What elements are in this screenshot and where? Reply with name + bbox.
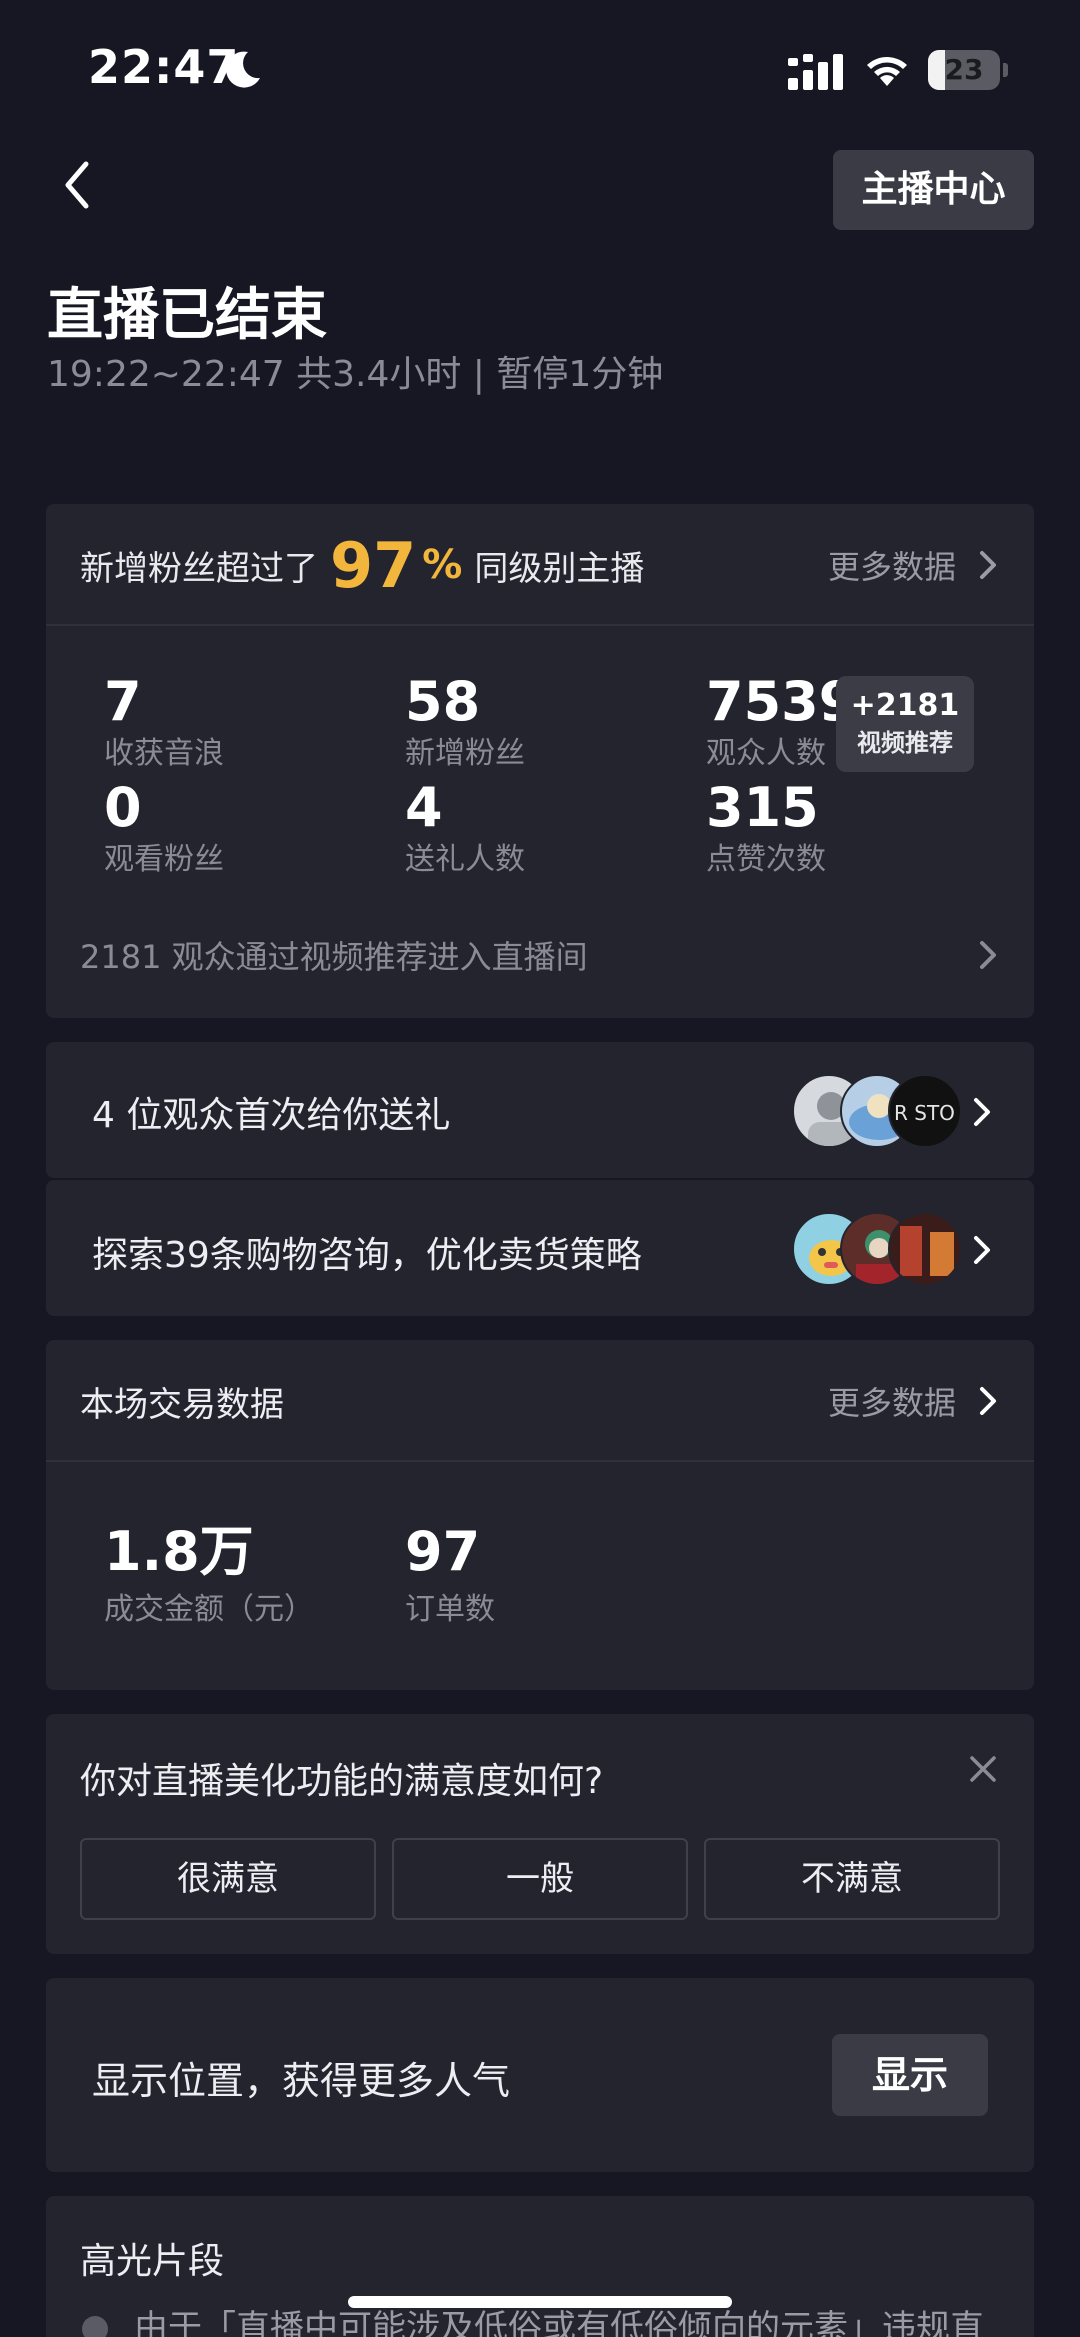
first-gift-row[interactable]: 4 位观众首次给你送礼 R STO xyxy=(46,1042,1034,1178)
back-button[interactable] xyxy=(62,150,122,220)
home-indicator[interactable] xyxy=(348,2296,732,2308)
chevron-right-icon xyxy=(974,1236,990,1264)
stat-likes: 315 点赞次数 xyxy=(706,776,826,880)
stat-new-fans: 58 新增粉丝 xyxy=(405,670,525,774)
avatar xyxy=(888,1212,962,1286)
moon-icon xyxy=(226,51,260,88)
stat-label: 收获音浪 xyxy=(104,736,224,771)
status-time: 22:47 xyxy=(88,40,240,94)
stat-value: 4 xyxy=(405,776,443,839)
info-icon xyxy=(82,2316,108,2337)
chevron-left-icon xyxy=(65,161,89,209)
fans-summary-suffix: 同级别主播 xyxy=(474,548,645,589)
shopping-consult-text: 探索39条购物咨询，优化卖货策略 xyxy=(92,1235,642,1276)
fans-summary: 新增粉丝超过了 97 % 同级别主播 xyxy=(80,504,644,626)
fans-more-data-link[interactable]: 更多数据 xyxy=(828,504,1000,626)
shopping-consult-row[interactable]: 探索39条购物咨询，优化卖货策略 xyxy=(46,1180,1034,1316)
stat-gmv: 1.8万 成交金额（元） xyxy=(104,1520,314,1630)
video-recommend-count: +2181 xyxy=(850,688,960,723)
first-gift-text: 4 位观众首次给你送礼 xyxy=(92,1095,451,1136)
battery-percent: 23 xyxy=(944,53,984,86)
stat-value: 7539 xyxy=(706,670,857,733)
survey-option-average[interactable]: 一般 xyxy=(392,1838,688,1920)
stat-value: 97 xyxy=(405,1520,481,1583)
anchor-center-button[interactable]: 主播中心 xyxy=(833,150,1034,230)
stat-value: 1.8万 xyxy=(104,1520,254,1583)
battery-nub xyxy=(1003,63,1008,77)
stat-watching-fans: 0 观看粉丝 xyxy=(104,776,224,880)
stat-sound-waves: 7 收获音浪 xyxy=(104,670,224,774)
chevron-right-icon xyxy=(980,941,996,969)
stat-label: 成交金额（元） xyxy=(104,1592,314,1627)
stat-viewers: 7539 观众人数 xyxy=(706,670,856,774)
stat-label: 观众人数 xyxy=(706,736,826,771)
more-data-label: 更多数据 xyxy=(827,548,956,586)
video-recommend-label: 视频推荐 xyxy=(857,729,953,757)
stat-label: 点赞次数 xyxy=(706,842,826,877)
live-duration: 19:22~22:47 共3.4小时 | 暂停1分钟 xyxy=(47,354,664,395)
beauty-survey-card: 你对直播美化功能的满意度如何? 很满意 一般 不满意 xyxy=(46,1714,1034,1954)
chevron-right-icon xyxy=(980,551,996,579)
chevron-right-icon xyxy=(974,1098,990,1126)
status-bar: 22:47 23 xyxy=(0,0,1080,140)
survey-option-dissatisfied[interactable]: 不满意 xyxy=(704,1838,1000,1920)
video-recommend-entry-row[interactable]: 2181 观众通过视频推荐进入直播间 xyxy=(80,924,1000,986)
trade-data-card: 本场交易数据 更多数据 1.8万 成交金额（元） 97 订单数 xyxy=(46,1340,1034,1690)
stat-value: 315 xyxy=(706,776,819,839)
stat-orders: 97 订单数 xyxy=(405,1520,495,1630)
stat-label: 观看粉丝 xyxy=(104,842,224,877)
stat-label: 订单数 xyxy=(405,1592,495,1627)
stat-label: 送礼人数 xyxy=(405,842,525,877)
card-divider xyxy=(46,1460,1034,1462)
show-location-button[interactable]: 显示 xyxy=(832,2034,988,2116)
show-location-text: 显示位置，获得更多人气 xyxy=(92,2059,511,2103)
video-recommend-badge: +2181 视频推荐 xyxy=(836,676,974,772)
stat-value: 0 xyxy=(104,776,142,839)
trade-more-data-link[interactable]: 更多数据 xyxy=(828,1340,1000,1462)
trade-data-title: 本场交易数据 xyxy=(80,1384,284,1425)
close-icon[interactable] xyxy=(968,1754,998,1784)
survey-question: 你对直播美化功能的满意度如何? xyxy=(80,1761,604,1802)
stat-label: 新增粉丝 xyxy=(405,736,525,771)
wifi-icon xyxy=(867,57,907,86)
battery-indicator: 23 xyxy=(928,50,1008,90)
page-title: 直播已结束 xyxy=(47,283,327,348)
stat-gift-senders: 4 送礼人数 xyxy=(405,776,525,880)
stat-value: 7 xyxy=(104,670,142,733)
fans-percent: 97 xyxy=(330,528,417,602)
show-location-card: 显示位置，获得更多人气 显示 xyxy=(46,1978,1034,2172)
video-recommend-entry-text: 2181 观众通过视频推荐进入直播间 xyxy=(80,938,588,976)
avatar: R STO xyxy=(888,1074,962,1148)
more-data-label: 更多数据 xyxy=(827,1384,956,1422)
fans-stats-card: 新增粉丝超过了 97 % 同级别主播 更多数据 7 收获音浪 58 新增粉丝 7… xyxy=(46,504,1034,1018)
shopping-avatar-stack xyxy=(792,1212,962,1286)
fans-percent-sign: % xyxy=(422,542,463,588)
gift-avatar-stack: R STO xyxy=(792,1074,962,1148)
fans-summary-prefix: 新增粉丝超过了 xyxy=(80,548,318,589)
survey-option-very-satisfied[interactable]: 很满意 xyxy=(80,1838,376,1920)
stat-value: 58 xyxy=(405,670,481,733)
cellular-signal-icon xyxy=(788,54,843,90)
avatar-text: R STO xyxy=(894,1101,955,1125)
chevron-right-icon xyxy=(980,1387,996,1415)
highlights-title: 高光片段 xyxy=(80,2241,225,2282)
highlights-card: 高光片段 由于「直播中可能涉及低俗或有低俗倾向的元素」违规直 xyxy=(46,2196,1034,2337)
battery-body: 23 xyxy=(928,50,1000,90)
card-divider xyxy=(46,624,1034,626)
